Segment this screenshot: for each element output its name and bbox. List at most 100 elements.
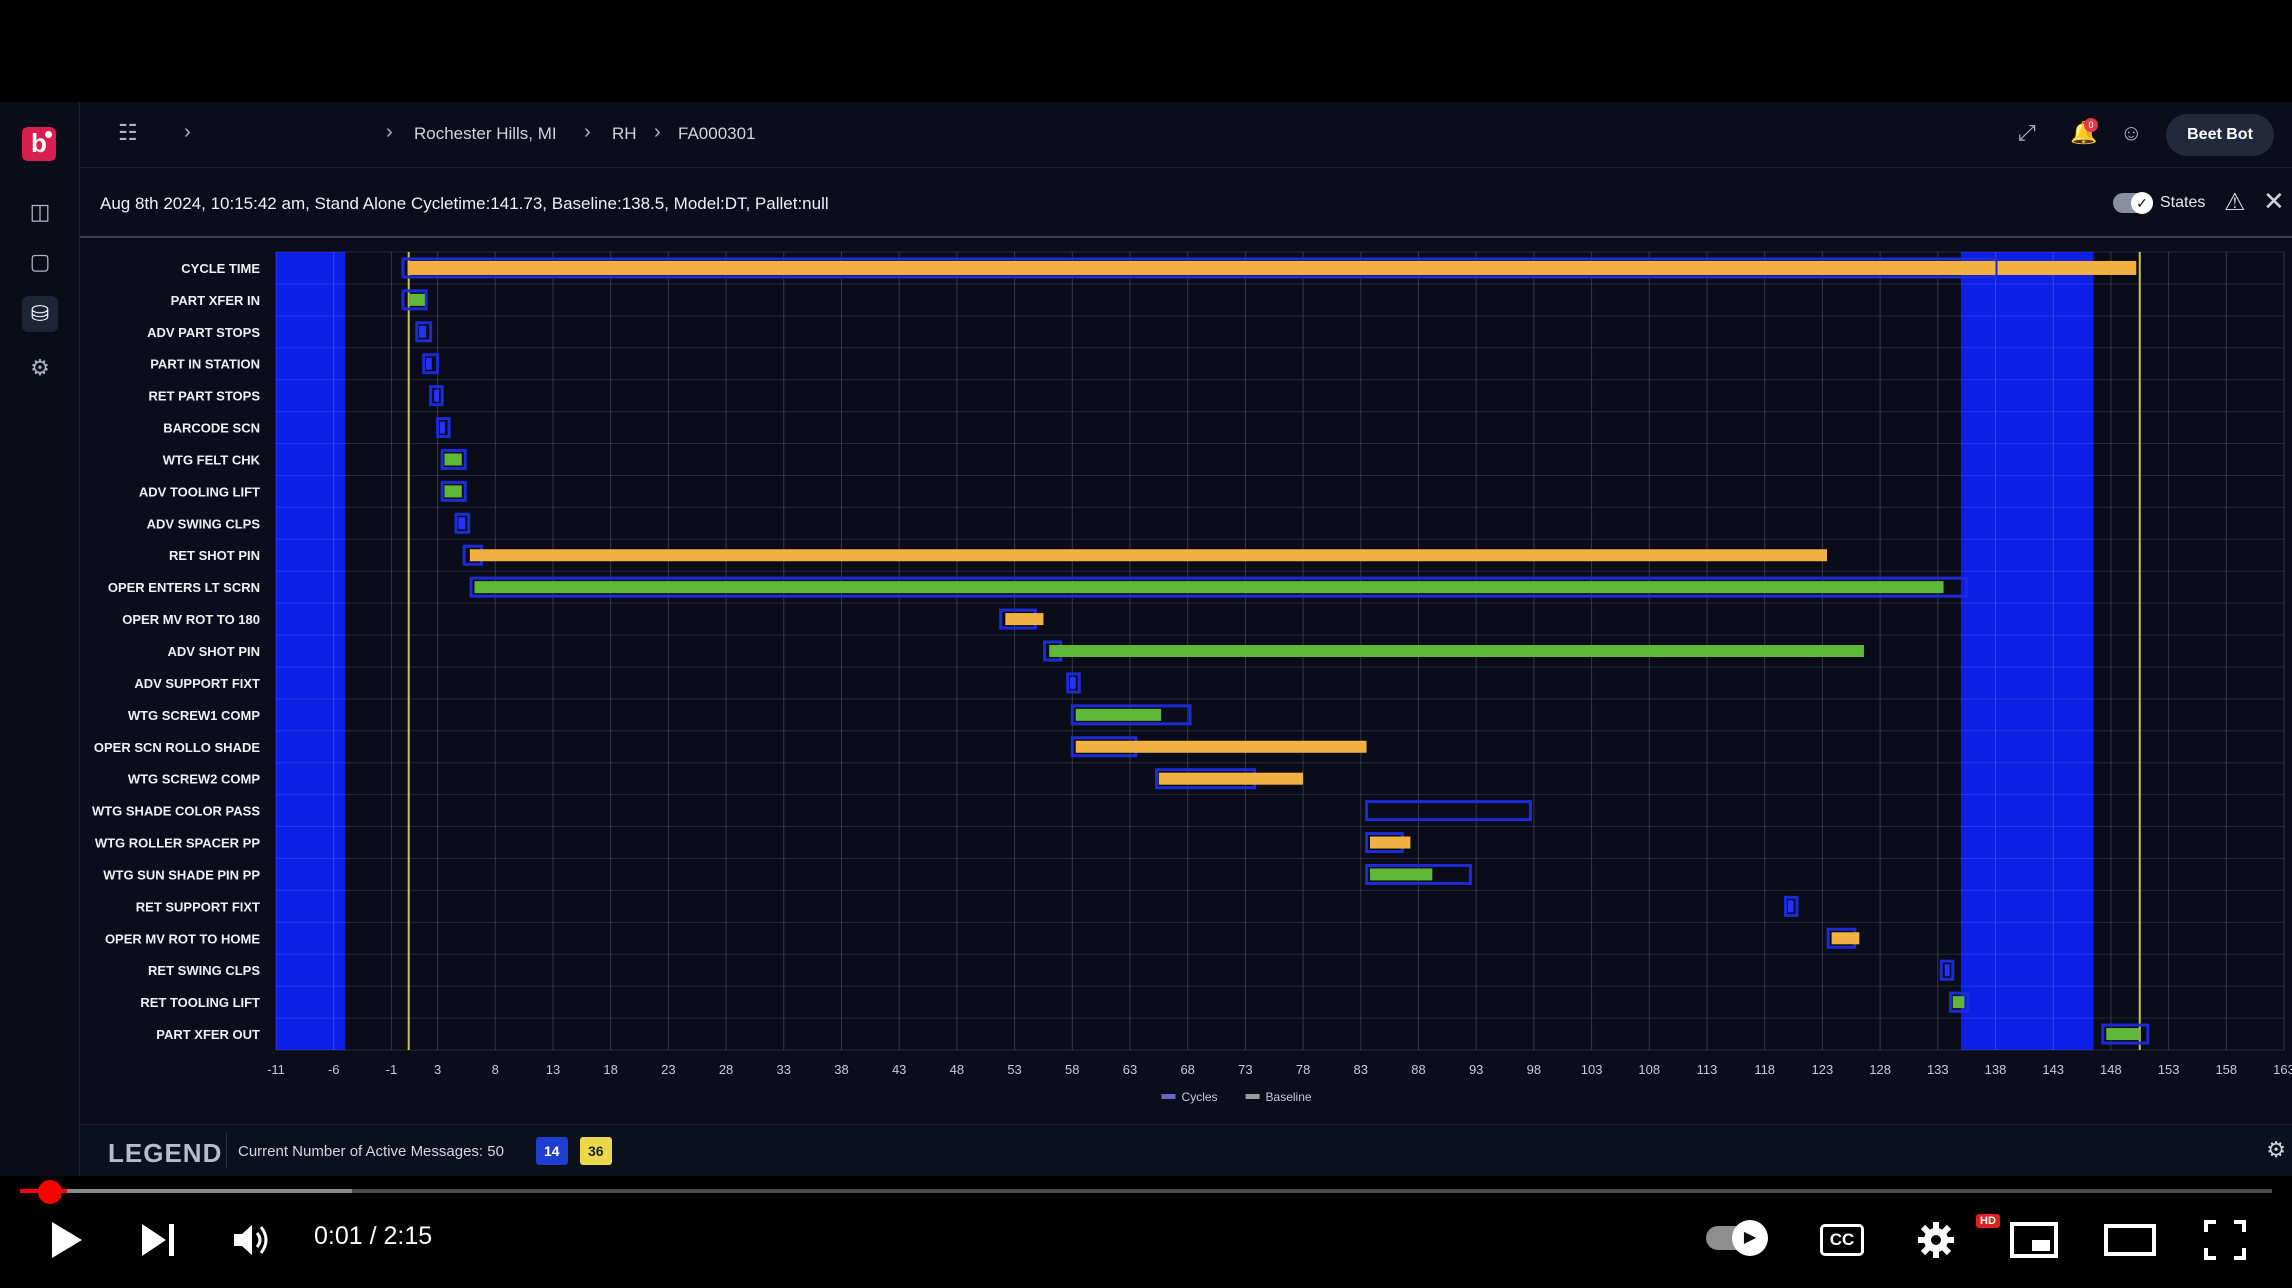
x-tick-label: 133	[1927, 1062, 1949, 1077]
row-label: WTG SCREW1 COMP	[128, 708, 260, 723]
cycle-bar	[1787, 900, 1794, 913]
blue-count-badge[interactable]: 14	[536, 1137, 568, 1165]
row-label: ADV PART STOPS	[147, 325, 260, 340]
x-tick-label: -11	[267, 1062, 285, 1077]
x-tick-label: 3	[434, 1062, 441, 1077]
settings-cog-icon[interactable]: ⚙	[22, 350, 58, 386]
gantt-chart: -11 -6 -1 3 8 13 18 23 28 33 38 43 48 53 58 63 68 73 78 83 8…	[92, 251, 2292, 1104]
chevron-right-icon: ›	[654, 121, 661, 143]
x-tick-label: 48	[950, 1062, 964, 1077]
yellow-count-badge[interactable]: 36	[580, 1137, 612, 1165]
notification-badge: 0	[2084, 118, 2098, 132]
legend-baseline-label: Baseline	[1266, 1090, 1312, 1104]
play-small-icon: ▶	[1732, 1220, 1768, 1256]
time-display: 0:01 / 2:15	[314, 1222, 433, 1250]
x-tick-label: 83	[1354, 1062, 1368, 1077]
warning-icon[interactable]: ⚠	[2224, 188, 2246, 217]
row-label: OPER MV ROT TO 180	[122, 612, 260, 627]
cycle-info-bar: Aug 8th 2024, 10:15:42 am, Stand Alone C…	[80, 168, 2292, 238]
row-label: WTG SUN SHADE PIN PP	[103, 867, 260, 882]
row-label: RET PART STOPS	[149, 389, 261, 404]
breadcrumb-location[interactable]: Rochester Hills, MI	[414, 124, 557, 144]
row-label: PART XFER IN	[171, 293, 260, 308]
row-label: RET SHOT PIN	[169, 548, 260, 563]
x-tick-label: 58	[1065, 1062, 1079, 1077]
captions-button[interactable]: CC	[1820, 1224, 1864, 1256]
x-tick-label: 28	[719, 1062, 733, 1077]
cycle-bar	[434, 389, 440, 402]
top-header: ☷ › › Rochester Hills, MI › RH › FA00030…	[80, 102, 2292, 168]
x-tick-label: 23	[661, 1062, 675, 1077]
chevron-right-icon: ›	[184, 121, 191, 143]
x-tick-label: 108	[1638, 1062, 1660, 1077]
x-tick-label: 78	[1296, 1062, 1310, 1077]
cycle-bar	[1370, 836, 1411, 849]
user-menu-button[interactable]: Beet Bot	[2166, 114, 2274, 156]
volume-icon[interactable]	[232, 1222, 274, 1258]
progress-bar[interactable]	[20, 1189, 2272, 1193]
gear-icon[interactable]	[1916, 1220, 1956, 1260]
sidebar: b ◫ ▢ ⛁ ⚙	[0, 102, 80, 1176]
progress-buffered	[20, 1189, 353, 1193]
cycle-bar-overrun	[1997, 260, 2137, 275]
x-tick-label: 138	[1985, 1062, 2007, 1077]
row-label: OPER ENTERS LT SCRN	[108, 580, 260, 595]
cycle-bar	[2106, 1028, 2140, 1041]
legend-baseline-swatch	[1245, 1094, 1260, 1099]
x-tick-label: 98	[1527, 1062, 1541, 1077]
legend-cycles-label: Cycles	[1182, 1090, 1218, 1104]
x-tick-label: 128	[1869, 1062, 1891, 1077]
database-icon[interactable]: ⛁	[22, 296, 58, 332]
breadcrumb-site[interactable]: RH	[612, 124, 637, 144]
cycle-bar	[458, 517, 466, 530]
cycle-bar	[474, 581, 1944, 594]
cycle-bar	[1370, 868, 1433, 881]
chevron-right-icon: ›	[584, 121, 591, 143]
row-label: WTG ROLLER SPACER PP	[95, 836, 260, 851]
row-label: OPER MV ROT TO HOME	[105, 931, 260, 946]
row-label: ADV SHOT PIN	[168, 644, 260, 659]
row-label: ADV TOOLING LIFT	[139, 484, 260, 499]
autoplay-toggle[interactable]: ▶	[1706, 1220, 1768, 1256]
cycle-bar	[407, 260, 1996, 275]
legend-cycles-swatch	[1161, 1094, 1176, 1099]
x-tick-label: 93	[1469, 1062, 1483, 1077]
video-top-letterbox	[0, 0, 2292, 102]
next-icon[interactable]	[140, 1222, 178, 1258]
legend-bar: LEGEND Current Number of Active Messages…	[80, 1124, 2292, 1176]
app-window: b ◫ ▢ ⛁ ⚙ ☷ › › Rochester Hills, MI › RH…	[0, 102, 2292, 1176]
gear-icon[interactable]: ⚙	[2266, 1137, 2286, 1163]
user-icon[interactable]: ☺	[2120, 120, 2142, 146]
close-icon[interactable]: ✕	[2263, 186, 2285, 217]
x-tick-label: 43	[892, 1062, 906, 1077]
row-label: BARCODE SCN	[163, 421, 260, 436]
miniplayer-icon[interactable]	[2010, 1222, 2058, 1258]
theater-mode-icon[interactable]	[2104, 1224, 2156, 1256]
row-label: PART XFER OUT	[156, 1027, 260, 1042]
monitor-icon[interactable]: ▢	[22, 244, 58, 280]
cycle-bar	[1069, 676, 1076, 689]
beet-logo[interactable]: b	[22, 127, 56, 161]
state-band	[276, 252, 346, 1050]
x-tick-label: 13	[546, 1062, 560, 1077]
cycle-bar	[419, 325, 427, 338]
x-tick-label: 163	[2273, 1062, 2292, 1077]
breadcrumb-asset[interactable]: FA000301	[678, 124, 756, 144]
progress-scrubber[interactable]	[38, 1180, 62, 1204]
states-label: States	[2160, 194, 2206, 211]
fullscreen-exit-icon[interactable]	[2204, 1220, 2246, 1260]
dashboard-icon[interactable]: ◫	[22, 194, 58, 230]
row-label: ADV SWING CLPS	[147, 516, 261, 531]
states-toggle[interactable]: ✓	[2113, 192, 2153, 214]
video-player-controls: 0:01 / 2:15 ▶ CC HD	[0, 1176, 2292, 1288]
fullscreen-icon[interactable]: ⤢	[2018, 120, 2036, 146]
play-icon[interactable]	[48, 1220, 84, 1260]
cycle-bar	[444, 453, 462, 466]
row-label: RET SUPPORT FIXT	[136, 899, 260, 914]
x-tick-label: 113	[1697, 1062, 1718, 1077]
hierarchy-icon[interactable]: ☷	[118, 120, 138, 146]
x-tick-label: 143	[2042, 1062, 2064, 1077]
cycle-bar	[1944, 964, 1950, 977]
x-tick-label: -1	[386, 1062, 398, 1077]
divider	[226, 1133, 227, 1169]
